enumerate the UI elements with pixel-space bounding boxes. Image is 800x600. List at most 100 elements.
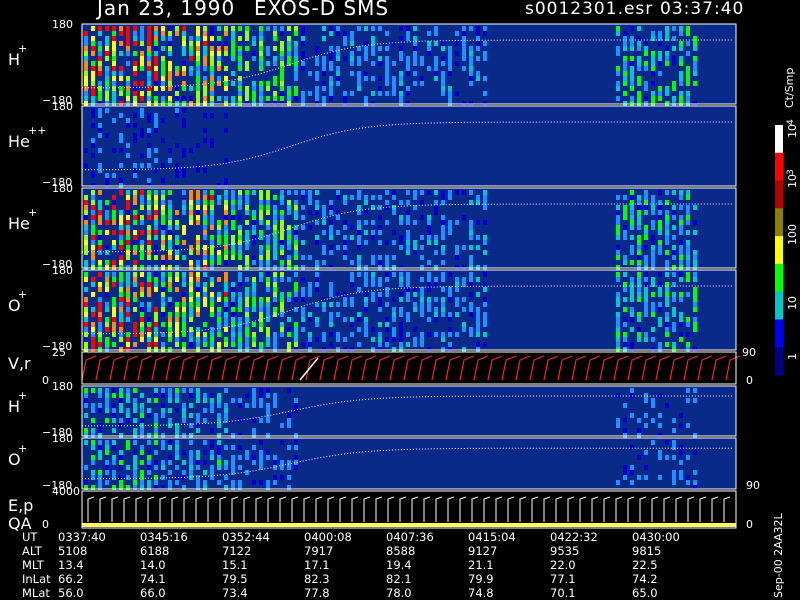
heatmap-cell (658, 292, 662, 297)
heatmap-cell (147, 143, 151, 148)
colorbar-segment (775, 263, 783, 293)
heatmap-cell (168, 36, 172, 41)
heatmap-cell (252, 56, 256, 61)
heatmap-cell (147, 465, 151, 470)
heatmap-cell (161, 440, 165, 445)
heatmap-cell (133, 480, 137, 485)
y-axis-max: 25 (52, 346, 66, 359)
heatmap-cell (336, 71, 340, 76)
heatmap-cell (259, 342, 263, 347)
heatmap-cell (651, 66, 655, 71)
colorbar-tick: 3 (786, 169, 796, 175)
heatmap-cell (203, 302, 207, 307)
heatmap-cell (140, 255, 144, 260)
heatmap-cell (112, 282, 116, 287)
heatmap-cell (399, 297, 403, 302)
heatmap-cell (665, 210, 669, 215)
heatmap-cell (672, 81, 676, 86)
heatmap-cell (140, 81, 144, 86)
heatmap-cell (483, 250, 487, 255)
heatmap-cell (280, 56, 284, 61)
heatmap-cell (427, 297, 431, 302)
heatmap-cell (189, 220, 193, 225)
heatmap-cell (210, 225, 214, 230)
heatmap-cell (175, 96, 179, 101)
heatmap-cell (616, 71, 620, 76)
heatmap-cell (287, 230, 291, 235)
heatmap-cell (84, 312, 88, 317)
heatmap-cell (245, 91, 249, 96)
heatmap-cell (203, 190, 207, 195)
heatmap-cell (469, 307, 473, 312)
heatmap-cell (231, 282, 235, 287)
heatmap-cell (644, 210, 648, 215)
heatmap-cell (105, 260, 109, 265)
heatmap-cell (315, 56, 319, 61)
heatmap-cell (392, 210, 396, 215)
heatmap-cell (112, 91, 116, 96)
heatmap-cell (140, 51, 144, 56)
heatmap-cell (161, 292, 165, 297)
heatmap-cell (196, 332, 200, 337)
heatmap-cell (623, 215, 627, 220)
heatmap-cell (224, 322, 228, 327)
heatmap-cell (189, 210, 193, 215)
heatmap-cell (364, 210, 368, 215)
heatmap-cell (329, 76, 333, 81)
heatmap-cell (189, 470, 193, 475)
heatmap-cell (203, 41, 207, 46)
heatmap-cell (126, 190, 130, 195)
heatmap-cell (147, 118, 151, 123)
heatmap-cell (112, 195, 116, 200)
heatmap-cell (168, 317, 172, 322)
heatmap-cell (133, 200, 137, 205)
heatmap-cell (231, 398, 235, 403)
heatmap-cell (98, 250, 102, 255)
heatmap-cell (385, 66, 389, 71)
heatmap-cell (686, 210, 690, 215)
heatmap-cell (616, 230, 620, 235)
heatmap-cell (98, 302, 102, 307)
heatmap-cell (378, 26, 382, 31)
heatmap-cell (343, 195, 347, 200)
heatmap-cell (679, 250, 683, 255)
heatmap-cell (420, 277, 424, 282)
heatmap-cell (315, 61, 319, 66)
table-cell: 7122 (222, 544, 252, 558)
panel-species-charge: + (18, 42, 28, 55)
heatmap-cell (315, 337, 319, 342)
heatmap-cell (413, 46, 417, 51)
heatmap-cell (672, 475, 676, 480)
heatmap-cell (658, 56, 662, 61)
heatmap-cell (385, 337, 389, 342)
heatmap-cell (238, 46, 242, 51)
table-cell: 74.2 (632, 572, 658, 586)
heatmap-cell (147, 480, 151, 485)
heatmap-cell (84, 71, 88, 76)
heatmap-cell (665, 403, 669, 408)
heatmap-cell (630, 297, 634, 302)
heatmap-cell (203, 168, 207, 173)
heatmap-cell (133, 470, 137, 475)
heatmap-cell (483, 91, 487, 96)
heatmap-cell (644, 297, 648, 302)
heatmap-cell (238, 297, 242, 302)
heatmap-cell (329, 292, 333, 297)
heatmap-cell (224, 178, 228, 183)
heatmap-cell (126, 408, 130, 413)
heatmap-cell (105, 292, 109, 297)
heatmap-cell (448, 195, 452, 200)
heatmap-cell (658, 71, 662, 76)
heatmap-cell (112, 245, 116, 250)
heatmap-cell (420, 312, 424, 317)
heatmap-cell (112, 440, 116, 445)
heatmap-cell (112, 215, 116, 220)
heatmap-cell (679, 195, 683, 200)
table-row-label: ALT (22, 544, 42, 558)
heatmap-cell (182, 26, 186, 31)
heatmap-cell (126, 282, 130, 287)
heatmap-cell (224, 245, 228, 250)
heatmap-cell (273, 76, 277, 81)
heatmap-cell (259, 455, 263, 460)
heatmap-cell (665, 56, 669, 61)
